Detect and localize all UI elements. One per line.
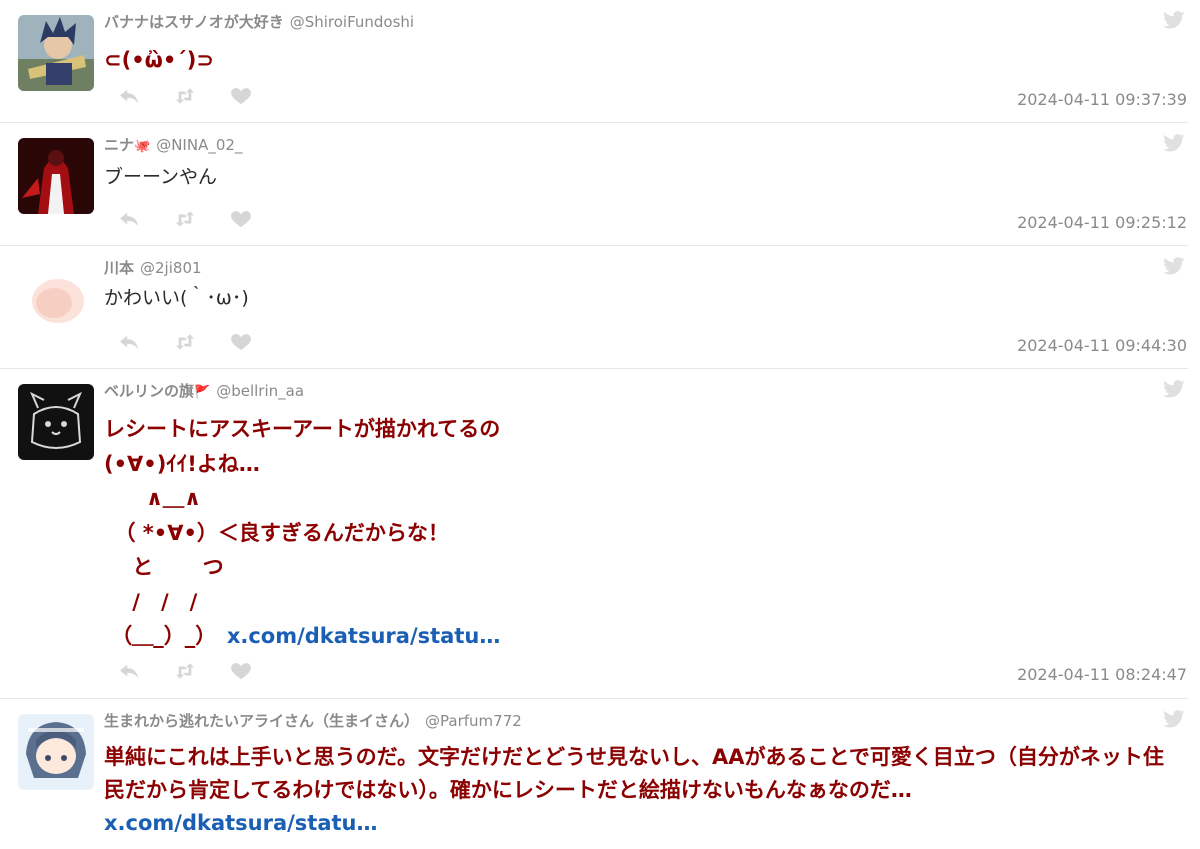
tweet-link[interactable]: x.com/dkatsura/statu…: [227, 624, 501, 648]
user-handle[interactable]: @ShiroiFundoshi: [290, 13, 414, 31]
avatar[interactable]: [18, 138, 94, 214]
like-icon[interactable]: [228, 332, 254, 352]
user-handle[interactable]: @bellrin_aa: [216, 382, 304, 400]
like-icon[interactable]: [228, 661, 254, 681]
reply-icon[interactable]: [116, 209, 142, 229]
tweet-header: 川本 @2ji801: [104, 258, 1178, 278]
tweet-text: 単純にこれは上手いと思うのだ。文字だけだとどうせ見ないし、AAがあることで可愛く…: [104, 741, 1178, 840]
user-handle[interactable]: @NINA_02_: [156, 136, 242, 154]
user-handle[interactable]: @2ji801: [140, 259, 202, 277]
tweet-timestamp[interactable]: 2024-04-11 09:25:12: [1017, 213, 1187, 233]
tweet-item: 生まれから逃れたいアライさん（生まイさん） @Parfum772 単純にこれは上手…: [0, 699, 1188, 849]
like-icon[interactable]: [228, 86, 254, 106]
avatar[interactable]: [18, 384, 94, 460]
tweet-text: ブーーンやん: [104, 166, 218, 188]
retweet-icon[interactable]: [172, 661, 198, 681]
twitter-bird-icon[interactable]: [1163, 380, 1185, 398]
tweet-text: レシートにアスキーアートが描かれてるの (•∀•)ｲｲ!よね… ∧＿∧ （ *•…: [104, 412, 1178, 654]
twitter-bird-icon[interactable]: [1163, 710, 1185, 728]
tweet-text: かわいい(｀･ω･): [104, 287, 249, 309]
tweet-content: 川本 @2ji801 かわいい(｀･ω･): [104, 258, 1178, 312]
tweet-header: 生まれから逃れたいアライさん（生まイさん） @Parfum772: [104, 711, 1178, 731]
avatar[interactable]: [18, 261, 94, 337]
user-name[interactable]: 生まれから逃れたいアライさん（生まイさん）: [104, 712, 419, 730]
tweet-actions: [116, 332, 254, 352]
tweet-item: ニナ🐙 @NINA_02_ ブーーンやん 2024-04-11 09:25:12: [0, 123, 1188, 246]
twitter-bird-icon[interactable]: [1163, 257, 1185, 275]
tweet-header: ニナ🐙 @NINA_02_: [104, 135, 1178, 157]
tweet-header: ベルリンの旗🚩 @bellrin_aa: [104, 381, 1178, 403]
user-name[interactable]: 川本: [104, 259, 134, 277]
avatar[interactable]: [18, 15, 94, 91]
retweet-icon[interactable]: [172, 86, 198, 106]
avatar[interactable]: [18, 714, 94, 790]
twitter-bird-icon[interactable]: [1163, 11, 1185, 29]
tweet-content: ベルリンの旗🚩 @bellrin_aa レシートにアスキーアートが描かれてるの (…: [104, 381, 1178, 654]
retweet-icon[interactable]: [172, 209, 198, 229]
tweet-timestamp[interactable]: 2024-04-11 08:24:47: [1017, 665, 1187, 685]
retweet-icon[interactable]: [172, 332, 198, 352]
name-badge: 🐙: [134, 139, 151, 154]
tweet-content: ニナ🐙 @NINA_02_ ブーーンやん: [104, 135, 1178, 191]
tweet-body: 単純にこれは上手いと思うのだ。文字だけだとどうせ見ないし、AAがあることで可愛く…: [104, 745, 1164, 802]
user-handle[interactable]: @Parfum772: [425, 712, 522, 730]
tweet-content: 生まれから逃れたいアライさん（生まイさん） @Parfum772 単純にこれは上手…: [104, 711, 1178, 840]
tweet-actions: [116, 661, 254, 681]
tweet-body: レシートにアスキーアートが描かれてるの (•∀•)ｲｲ!よね… ∧＿∧ （ *•…: [104, 417, 501, 648]
tweet-content: バナナはスサノオが大好き @ShiroiFundoshi ⊂(•ὢ•´)⊃: [104, 12, 1178, 77]
user-name[interactable]: ニナ: [104, 136, 134, 154]
tweet-link[interactable]: x.com/dkatsura/statu…: [104, 811, 378, 835]
tweet-actions: [116, 86, 254, 106]
user-name[interactable]: ベルリンの旗: [104, 382, 194, 400]
tweet-item: ベルリンの旗🚩 @bellrin_aa レシートにアスキーアートが描かれてるの (…: [0, 369, 1188, 699]
tweet-item: バナナはスサノオが大好き @ShiroiFundoshi ⊂(•ὢ•´)⊃ 202…: [0, 0, 1188, 123]
tweet-text: ⊂(•ὢ•´)⊃: [104, 48, 214, 72]
name-badge: 🚩: [194, 385, 211, 400]
tweet-timestamp[interactable]: 2024-04-11 09:44:30: [1017, 336, 1187, 356]
user-name[interactable]: バナナはスサノオが大好き: [104, 13, 284, 31]
tweet-header: バナナはスサノオが大好き @ShiroiFundoshi: [104, 12, 1178, 32]
tweet-timestamp[interactable]: 2024-04-11 09:37:39: [1017, 90, 1187, 110]
tweet-item: 川本 @2ji801 かわいい(｀･ω･) 2024-04-11 09:44:30: [0, 246, 1188, 369]
tweet-actions: [116, 209, 254, 229]
twitter-bird-icon[interactable]: [1163, 134, 1185, 152]
reply-icon[interactable]: [116, 332, 142, 352]
reply-icon[interactable]: [116, 86, 142, 106]
reply-icon[interactable]: [116, 661, 142, 681]
like-icon[interactable]: [228, 209, 254, 229]
